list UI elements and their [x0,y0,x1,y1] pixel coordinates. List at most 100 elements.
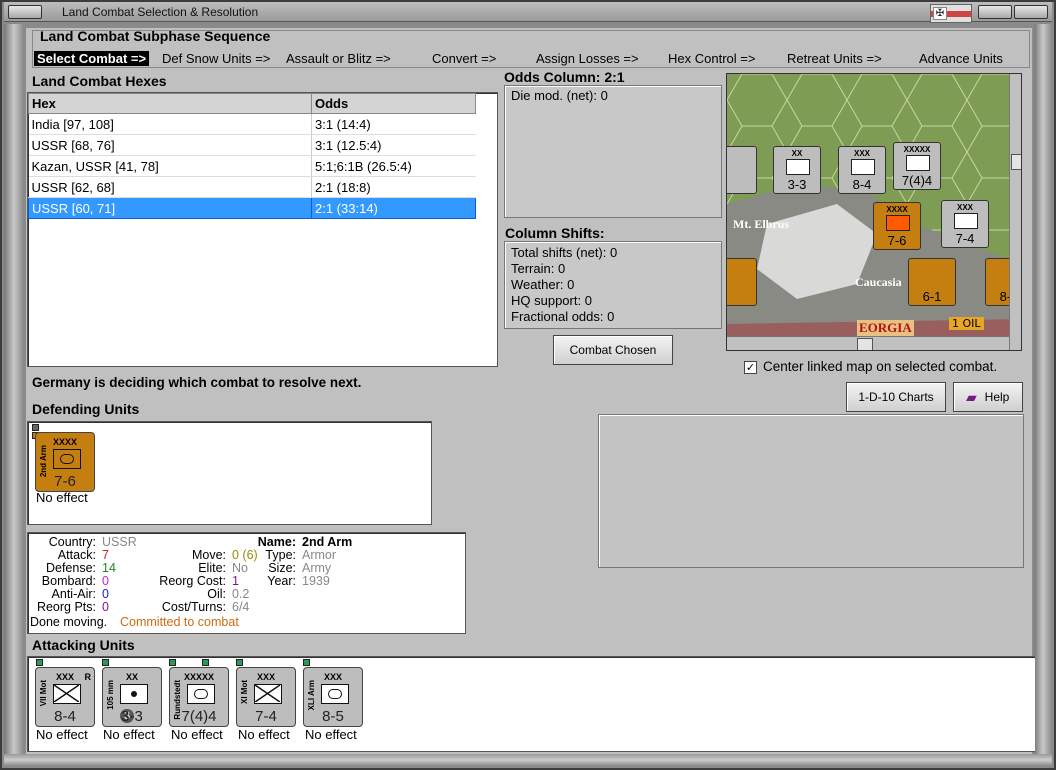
odds-box: Die mod. (net): 0 [504,85,722,218]
unit-name: VII Mot [39,680,48,707]
linked-map[interactable]: Mt. Elbrus Caucasia EORGIA 1 OIL XX 3-3 X… [726,73,1022,351]
unit-status-dot [169,659,176,666]
unit-status-dot [303,659,310,666]
left-border-rail [4,24,24,764]
step-convert: Convert => [432,51,497,66]
shift-hq-support: HQ support: 0 [511,293,592,308]
attacking-unit-vii-mot[interactable]: XXX R VII Mot 8-4 [35,667,95,727]
map-counter-rundstedt[interactable]: XXXXX 7(4)4 [893,142,941,190]
column-header-odds[interactable]: Odds [311,93,476,114]
unit-values: 8-5 [322,708,344,725]
costturns-value: 6/4 [232,600,250,614]
shifts-heading: Column Shifts: [505,225,605,241]
unit-name: XI Mot [240,680,249,704]
odds-cell: 3:1 (14:4) [311,113,476,135]
attacking-unit-105mm[interactable]: XX 105 mm 3 3-3 [102,667,162,727]
charts-button[interactable]: 1-D-10 Charts [846,382,946,412]
map-counter-vii-mot[interactable]: XXX 8-4 [838,146,886,194]
window-title: Land Combat Selection & Resolution [62,5,259,19]
map-vertical-scrollbar[interactable] [1009,74,1021,350]
unit-values: 7(4)4 [181,708,217,725]
combat-chosen-button[interactable]: Combat Chosen [553,335,673,365]
map-horizontal-scrollbar[interactable] [727,336,1009,350]
map-counter-ussr-6-1[interactable]: 6-1 [908,258,956,306]
table-row-selected[interactable]: USSR [60, 71] 2:1 (33:14) [28,197,476,219]
odds-cell: 2:1 (18:8) [311,176,476,198]
table-row[interactable]: USSR [62, 68] 2:1 (18:8) [28,176,476,198]
year-label: Year: [267,574,296,588]
table-row[interactable]: USSR [68, 76] 3:1 (12.5:4) [28,134,476,156]
unit-effect: No effect [238,727,290,742]
hex-cell: USSR [68, 76] [28,134,312,156]
shift-terrain: Terrain: 0 [511,261,566,276]
step-def-snow-units: Def Snow Units => [162,51,271,66]
defending-unit-2nd-arm[interactable]: XXXX 2nd Arm 7-6 [35,432,95,492]
unit-status-dot [36,659,43,666]
map-counter-ussr[interactable] [727,258,757,306]
defending-heading: Defending Units [32,401,140,417]
artillery-symbol-icon [120,684,148,704]
map-vscroll-thumb[interactable] [1011,154,1021,170]
unit-effect: No effect [305,727,357,742]
unit-status-dot [236,659,243,666]
map-counter-105mm[interactable]: XX 3-3 [773,146,821,194]
table-row[interactable]: India [97, 108] 3:1 (14:4) [28,113,476,135]
odds-heading: Odds Column: 2:1 [504,69,625,85]
shift-fractional-odds: Fractional odds: 0 [511,309,615,324]
german-flag-icon: ✠ [930,4,972,23]
map-label-caucasia: Caucasia [855,275,902,289]
hexes-heading: Land Combat Hexes [32,73,167,89]
unit-values: 7-6 [54,473,76,490]
status-text: Germany is deciding which combat to reso… [32,375,362,390]
step-assign-losses: Assign Losses => [536,51,639,66]
unit-values: 7-4 [255,708,277,725]
hex-cell: USSR [60, 71] [28,197,312,219]
window-menu-button[interactable] [8,5,42,19]
costturns-label: Cost/Turns: [161,600,226,614]
unit-status-dot [102,659,109,666]
column-header-hex[interactable]: Hex [28,93,312,114]
hq-symbol-icon [187,684,215,704]
odds-cell: 2:1 (33:14) [311,197,476,219]
motorized-infantry-symbol-icon [254,684,282,704]
unit-values: 8-4 [54,708,76,725]
armor-symbol-icon [321,684,349,704]
hex-cell: India [97, 108] [28,113,312,135]
odds-cell: 5:1;6:1B (26.5:4) [311,155,476,177]
reorgpts-value: 0 [102,600,109,614]
center-linked-checkbox[interactable]: ✓ [744,361,757,374]
unit-values: 3-3 [121,708,143,725]
minimize-button[interactable] [978,5,1012,19]
defending-units-panel: XXXX 2nd Arm 7-6 No effect [27,421,432,525]
hexes-list[interactable]: Hex Odds India [97, 108] 3:1 (14:4) USSR … [27,92,498,367]
map-hscroll-thumb[interactable] [857,338,873,350]
map-counter[interactable] [727,146,757,194]
unit-effect: No effect [103,727,155,742]
unit-name: 105 mm [106,680,115,710]
unit-status-dot [32,424,39,431]
attacking-unit-xi-mot[interactable]: XXX XI Mot 7-4 [236,667,296,727]
unit-detail-panel: Country: USSR Attack: 7 Defense: 14 Bomb… [27,532,466,634]
unit-effect: No effect [171,727,223,742]
armor-symbol-icon [53,449,81,469]
map-label-georgia: EORGIA [857,320,914,336]
map-counter-2nd-arm[interactable]: XXXX 7-6 [873,202,921,250]
attacking-unit-xli-arm[interactable]: XXX XLI Arm 8-5 [303,667,363,727]
step-hex-control: Hex Control => [668,51,756,66]
title-bar: Land Combat Selection & Resolution ✠ [4,2,1052,23]
reorgpts-label: Reorg Pts: [36,600,96,614]
unit-effect: No effect [36,727,88,742]
done-moving-text: Done moving. [30,615,108,629]
unit-effect: No effect [36,490,88,505]
close-button[interactable] [1014,5,1048,19]
help-button[interactable]: ▰ Help [953,382,1023,412]
subphase-heading: Land Combat Subphase Sequence [40,28,271,44]
right-border-rail [1034,24,1052,764]
year-value: 1939 [302,574,330,588]
map-counter-xi-mot[interactable]: XXX 7-4 [941,200,989,248]
combat-results-panel [598,414,1024,568]
attacking-heading: Attacking Units [32,637,135,653]
attacking-unit-rundstedt[interactable]: XXXXX Rundstedt 7(4)4 [169,667,229,727]
table-row[interactable]: Kazan, USSR [41, 78] 5:1;6:1B (26.5:4) [28,155,476,177]
committed-text: Committed to combat [120,615,239,629]
